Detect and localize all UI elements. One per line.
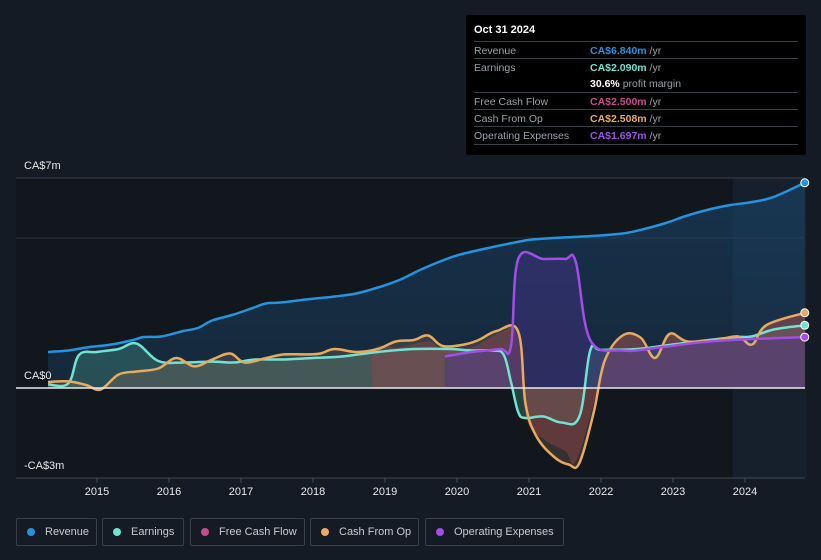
tooltip-row-fcf: Free Cash Flow CA$2.500m /yr [474, 92, 798, 110]
revenue-dot-icon [27, 528, 35, 536]
tooltip-label: Free Cash Flow [474, 96, 549, 108]
tooltip-row-revenue: Revenue CA$6.840m /yr [474, 41, 798, 59]
tooltip-label: Cash From Op [474, 113, 543, 125]
tooltip-date: Oct 31 2024 [474, 24, 536, 36]
tooltip-label: Revenue [474, 45, 517, 57]
tooltip-value: CA$2.508m /yr [590, 113, 662, 125]
x-tick-label: 2019 [373, 486, 397, 498]
legend-earnings[interactable]: Earnings [102, 518, 184, 546]
revenue-endpoint[interactable] [800, 178, 810, 188]
tooltip-label: Operating Expenses [474, 130, 570, 142]
x-tick-label: 2015 [85, 486, 109, 498]
legend-free-cash-flow[interactable]: Free Cash Flow [190, 518, 305, 546]
legend-label: Cash From Op [339, 526, 412, 538]
tooltip-panel: Oct 31 2024 Revenue CA$6.840m /yr Earnin… [466, 15, 806, 155]
opex-dot-icon [436, 528, 444, 536]
legend-label: Earnings [131, 526, 175, 538]
x-tick-label: 2024 [733, 486, 757, 498]
x-tick-label: 2017 [229, 486, 253, 498]
tooltip-row-cfo: Cash From Op CA$2.508m /yr [474, 109, 798, 127]
legend-label: Free Cash Flow [219, 526, 297, 538]
legend-label: Operating Expenses [454, 526, 554, 538]
legend-label: Revenue [45, 526, 90, 538]
x-tick-label: 2020 [445, 486, 469, 498]
x-tick-label: 2022 [589, 486, 613, 498]
cash-from-op-endpoint[interactable] [800, 308, 810, 318]
legend-operating-expenses[interactable]: Operating Expenses [425, 518, 564, 546]
earnings-dot-icon [113, 528, 121, 536]
tooltip-row-earnings: Earnings CA$2.090m /yr [474, 58, 798, 76]
tooltip-value: 30.6% profit margin [590, 78, 682, 90]
fcf-dot-icon [201, 528, 209, 536]
y-label-zero: CA$0 [24, 370, 52, 382]
x-tick-label: 2023 [661, 486, 685, 498]
y-label-bottom: -CA$3m [24, 460, 65, 472]
operating-expenses-endpoint[interactable] [800, 332, 810, 342]
legend-revenue[interactable]: Revenue [16, 518, 97, 546]
x-tick-label: 2018 [301, 486, 325, 498]
tooltip-row-margin: 30.6% profit margin [474, 75, 798, 92]
x-tick-label: 2021 [517, 486, 541, 498]
tooltip-value: CA$6.840m /yr [590, 45, 662, 57]
legend-cash-from-op[interactable]: Cash From Op [310, 518, 419, 546]
tooltip-label: Earnings [474, 62, 516, 74]
earnings-endpoint[interactable] [800, 320, 810, 330]
tooltip-value: CA$2.500m /yr [590, 96, 662, 108]
y-label-top: CA$7m [24, 160, 61, 172]
tooltip-value: CA$2.090m /yr [590, 62, 662, 74]
tooltip-value: CA$1.697m /yr [590, 130, 662, 142]
cfo-dot-icon [321, 528, 329, 536]
x-tick-label: 2016 [157, 486, 181, 498]
tooltip-row-opex: Operating Expenses CA$1.697m /yr [474, 126, 798, 145]
